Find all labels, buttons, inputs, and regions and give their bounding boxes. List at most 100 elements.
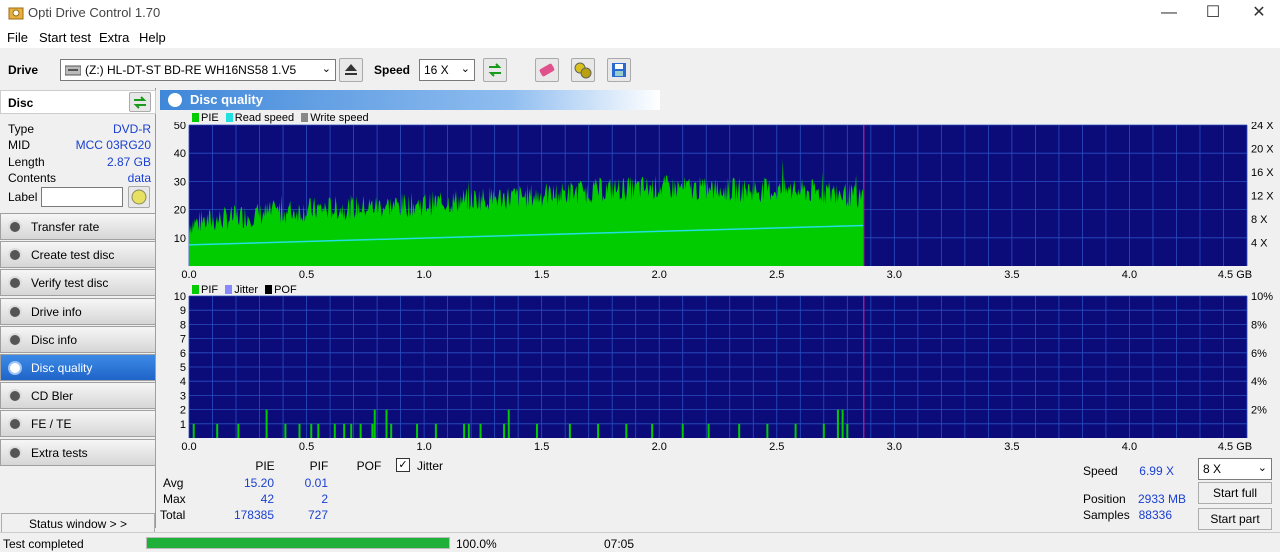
- options-button[interactable]: [571, 58, 595, 82]
- status-bar: Test completed 100.0% 07:05: [0, 532, 1280, 552]
- pif-bar: [503, 423, 506, 438]
- menu-extra[interactable]: Extra: [99, 30, 129, 45]
- pif-chart: 0.0 0.5 1.0 1.5 2.0 2.5 3.0 3.5 4.0 4.5 GB 1 2 3 4 5 6 7…: [174, 292, 1273, 453]
- pif-bar: [836, 409, 839, 438]
- progress-bar: [146, 537, 450, 549]
- disc-contents-value: data: [127, 171, 151, 185]
- pif-bar: [343, 423, 346, 438]
- pif-bar: [822, 423, 825, 438]
- x-tick-label: 0.5: [299, 269, 314, 281]
- x-tick-label: 2.0: [652, 441, 667, 453]
- menu-help[interactable]: Help: [139, 30, 166, 45]
- sidebar-item-label: CD Bler: [31, 389, 74, 404]
- stats-total-label: Total: [160, 508, 186, 522]
- pif-bar: [359, 423, 362, 438]
- erase-button[interactable]: [535, 58, 559, 82]
- pif-bar: [192, 423, 195, 438]
- right-y-tick-label: 4%: [1251, 376, 1267, 388]
- pif-bar: [371, 423, 374, 438]
- eject-button[interactable]: [339, 58, 363, 82]
- test-speed-select-value: 8 X: [1203, 462, 1222, 476]
- menu-file[interactable]: File: [7, 30, 28, 45]
- y-tick-label: 40: [174, 148, 186, 160]
- disc-label-input[interactable]: [41, 187, 123, 207]
- legend-swatch-pie: [192, 113, 199, 122]
- minimize-icon[interactable]: —: [1146, 0, 1192, 26]
- disc-icon: [8, 276, 22, 291]
- speed-select-value: 16 X: [424, 63, 449, 77]
- stats-avg-pie: 15.20: [243, 476, 274, 490]
- disc-header: Disc: [0, 90, 156, 114]
- pif-bar: [467, 423, 470, 438]
- disc-quality-icon: [168, 93, 182, 107]
- pif-bar: [463, 423, 466, 438]
- start-full-button[interactable]: Start full: [1198, 482, 1272, 504]
- jitter-checkbox[interactable]: ✓: [396, 458, 410, 472]
- pif-bar: [479, 423, 482, 438]
- speed-stat-label: Speed: [1083, 464, 1118, 478]
- pif-bar: [298, 423, 301, 438]
- drive-select-value: (Z:) HL-DT-ST BD-RE WH16NS58 1.V5: [85, 63, 297, 77]
- x-tick-label: 3.0: [887, 441, 902, 453]
- disc-icon: [8, 248, 22, 263]
- y-tick-label: 1: [180, 419, 186, 431]
- disc-refresh-button[interactable]: [129, 92, 151, 112]
- sidebar-item-drive-info[interactable]: Drive info: [0, 297, 156, 325]
- sidebar-item-cd-bler[interactable]: CD Bler: [0, 382, 156, 410]
- speed-label: Speed: [374, 63, 411, 77]
- sidebar-item-verify-test-disc[interactable]: Verify test disc: [0, 269, 156, 297]
- x-tick-label: 0.5: [299, 441, 314, 453]
- status-window-button[interactable]: Status window > >: [1, 513, 155, 533]
- y-tick-label: 9: [180, 305, 186, 317]
- sidebar-item-create-test-disc[interactable]: Create test disc: [0, 241, 156, 269]
- chevron-down-icon: ⌄: [321, 63, 331, 75]
- sidebar-item-disc-info[interactable]: Disc info: [0, 325, 156, 353]
- menu-start-test[interactable]: Start test: [39, 30, 91, 45]
- sidebar-item-extra-tests[interactable]: Extra tests: [0, 438, 156, 466]
- start-part-button[interactable]: Start part: [1198, 508, 1272, 530]
- stats-header-pif: PIF: [309, 459, 329, 473]
- sidebar-item-label: FE / TE: [31, 417, 72, 432]
- test-speed-select[interactable]: 8 X ⌄: [1198, 458, 1272, 480]
- disc-type-value: DVD-R: [113, 122, 151, 136]
- pif-bar: [841, 409, 844, 438]
- sidebar-item-label: Transfer rate: [31, 220, 100, 234]
- stats-avg-pif: 0.01: [304, 476, 328, 490]
- y-tick-label: 10: [174, 233, 186, 245]
- x-tick-label: 4.5 GB: [1218, 269, 1252, 281]
- x-tick-label: 3.0: [887, 269, 902, 281]
- x-tick-label: 4.5 GB: [1218, 441, 1252, 453]
- speed-select[interactable]: 16 X ⌄: [419, 59, 475, 81]
- pif-bar: [284, 423, 287, 438]
- sidebar-item-disc-quality[interactable]: Disc quality: [0, 354, 156, 381]
- disc-length-key: Length: [8, 155, 45, 169]
- right-y-tick-label: 8%: [1251, 319, 1267, 331]
- pif-bar: [385, 409, 388, 438]
- maximize-icon[interactable]: ☐: [1190, 0, 1236, 26]
- sidebar-item-label: Create test disc: [31, 248, 115, 263]
- toolbar: Drive (Z:) HL-DT-ST BD-RE WH16NS58 1.V5 …: [0, 52, 1280, 88]
- x-tick-label: 1.0: [416, 441, 431, 453]
- x-tick-label: 1.0: [416, 269, 431, 281]
- pif-bar: [317, 423, 320, 438]
- elapsed-time: 07:05: [604, 537, 635, 551]
- stats-max-pie: 42: [260, 492, 274, 506]
- disc-icon: [8, 361, 22, 375]
- progress-text: 100.0%: [456, 537, 497, 551]
- drive-select[interactable]: (Z:) HL-DT-ST BD-RE WH16NS58 1.V5 ⌄: [60, 59, 336, 81]
- close-icon[interactable]: ✕: [1236, 0, 1280, 26]
- disc-label-apply-button[interactable]: [128, 186, 150, 208]
- stats-total-pie: 178385: [233, 508, 274, 522]
- pif-bar: [310, 423, 313, 438]
- pif-bar: [237, 423, 240, 438]
- position-value: 2933 MB: [1137, 492, 1186, 506]
- sidebar-item-label: Drive info: [31, 304, 82, 319]
- y-tick-label: 50: [174, 122, 186, 132]
- sidebar-item-transfer-rate[interactable]: Transfer rate: [0, 213, 156, 240]
- y-tick-label: 2: [180, 405, 186, 417]
- stats-total-pif: 727: [307, 508, 328, 522]
- save-button[interactable]: [607, 58, 631, 82]
- refresh-button[interactable]: [483, 58, 507, 82]
- sidebar-item-fe-te[interactable]: FE / TE: [0, 410, 156, 438]
- disc-icon: [8, 220, 22, 234]
